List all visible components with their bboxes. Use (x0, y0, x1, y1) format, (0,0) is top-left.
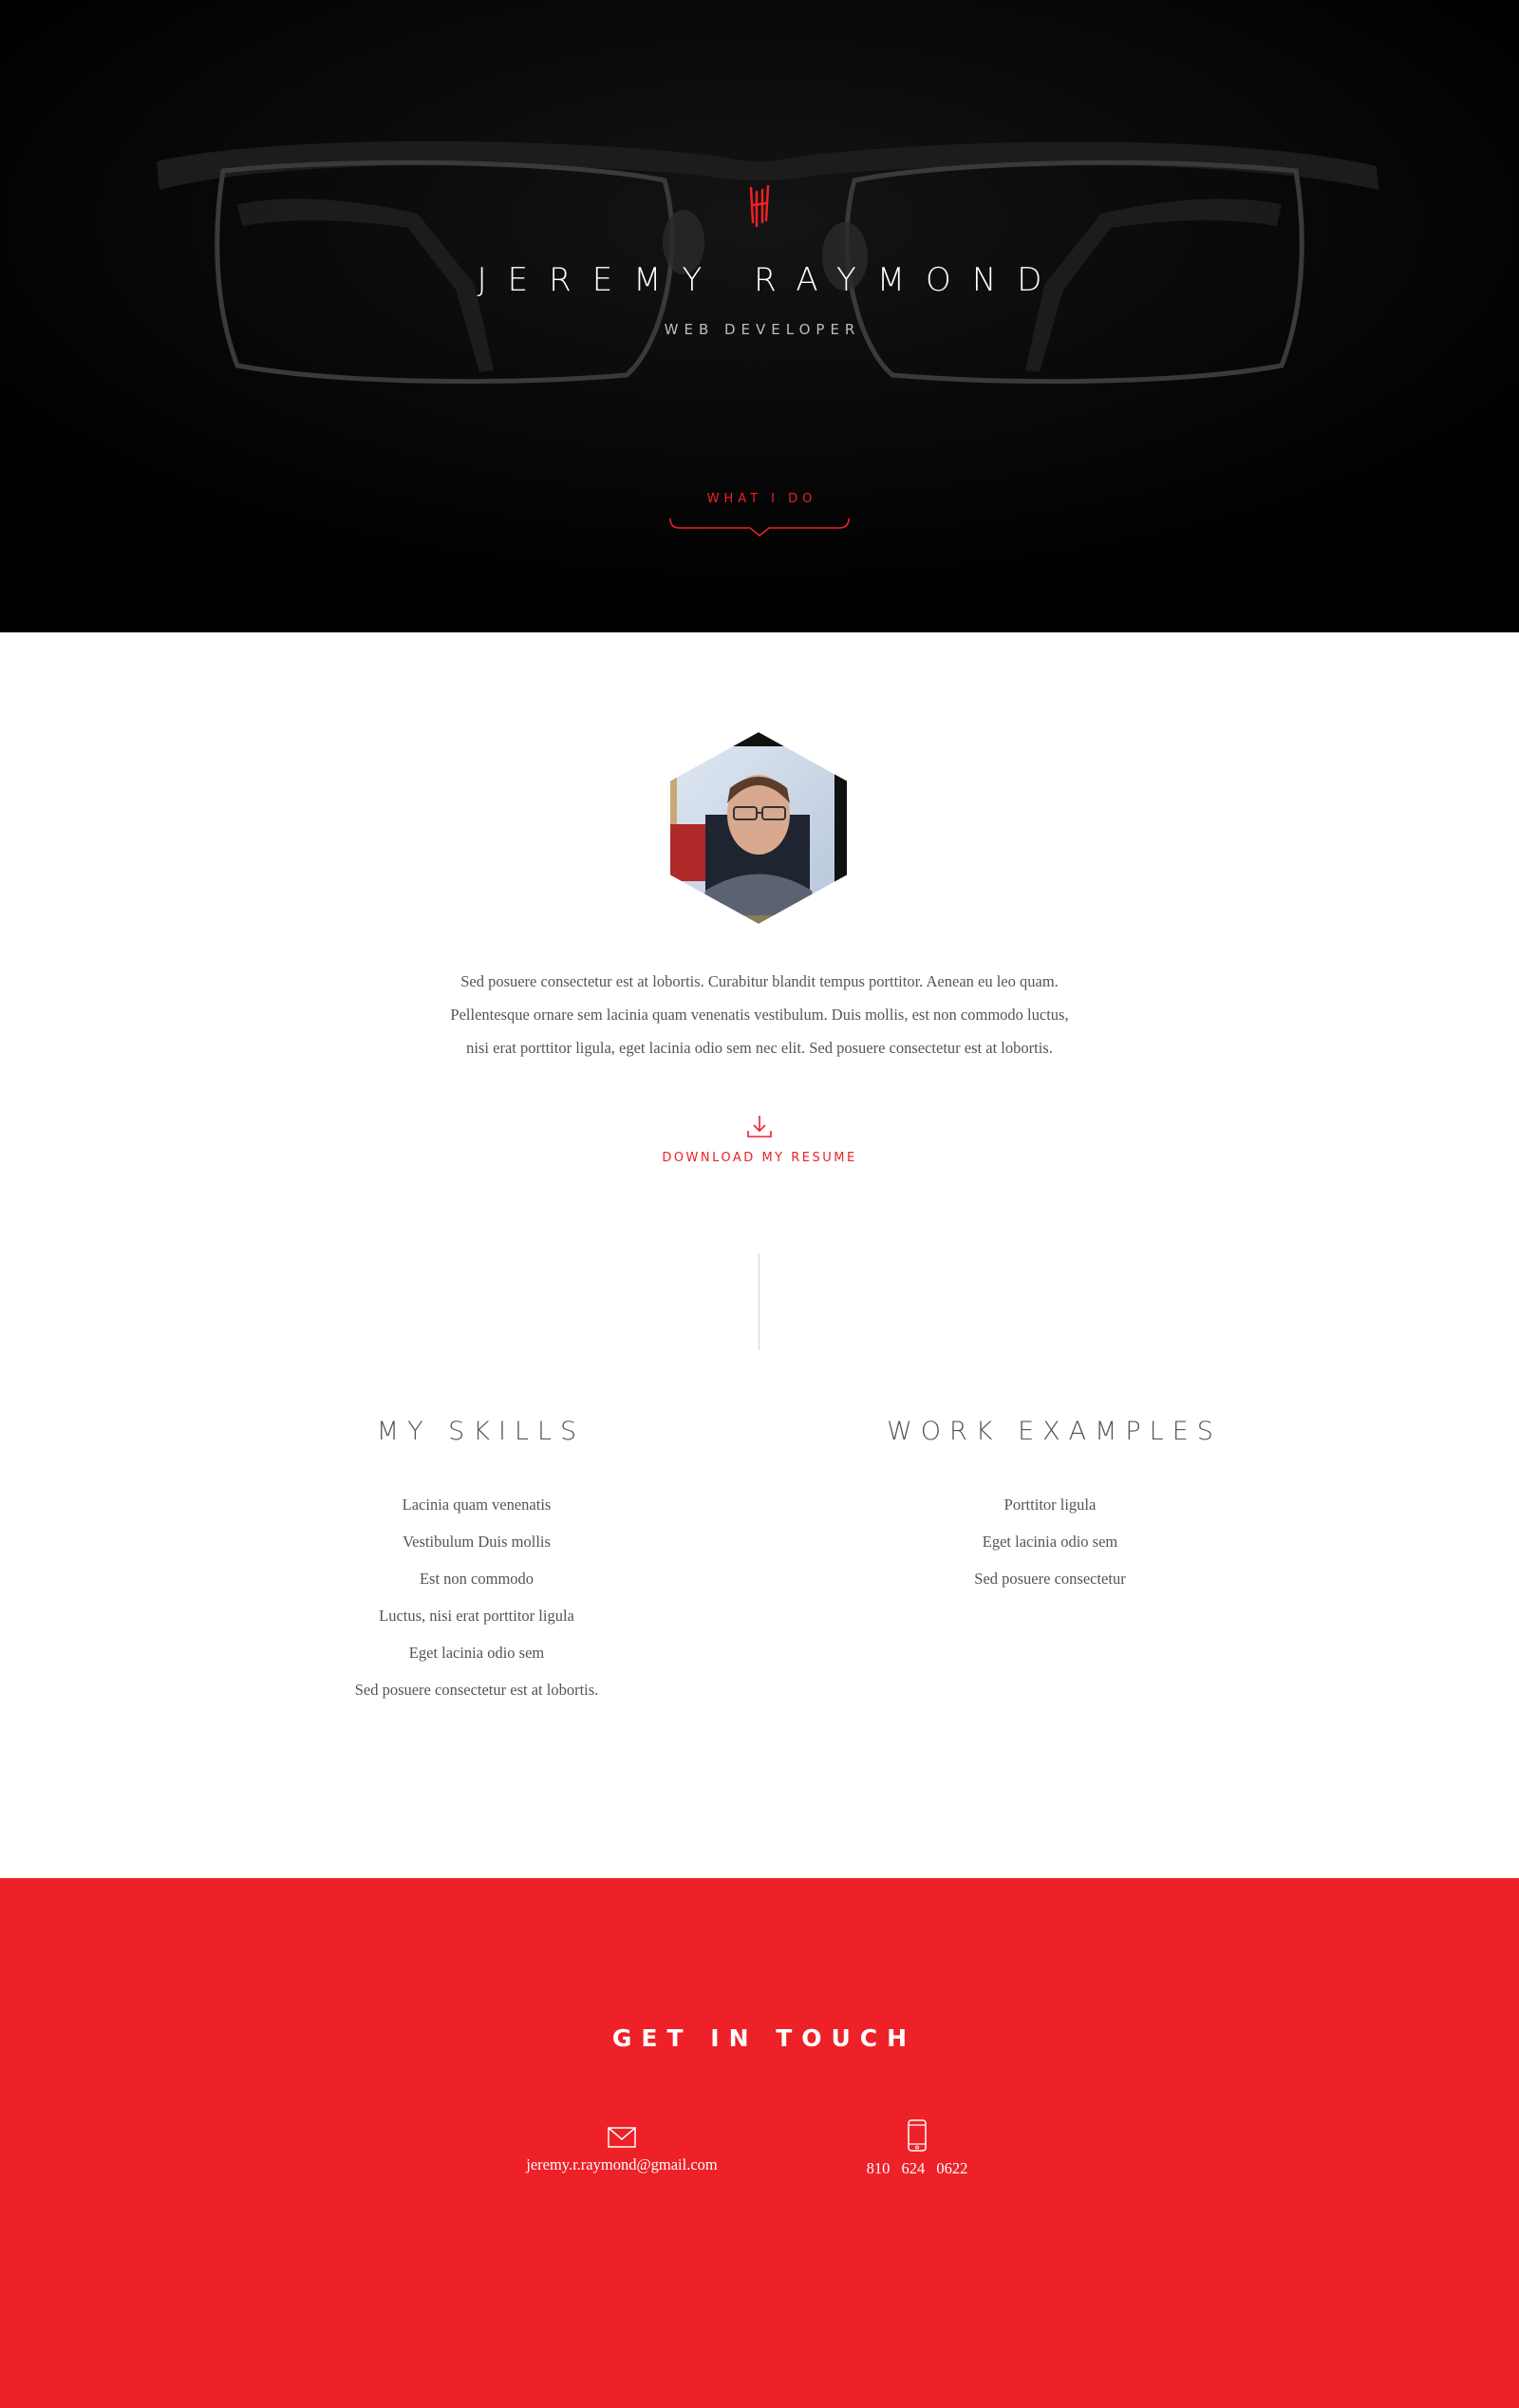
jr-monogram-icon (749, 184, 770, 228)
list-item: Sed posuere consectetur est at lobortis. (354, 1681, 599, 1699)
skills-list: Lacinia quam venenatis Vestibulum Duis m… (239, 1486, 714, 1708)
list-item: Est non commodo (419, 1570, 534, 1588)
skills-column: MY SKILLS Lacinia quam venenatis Vestibu… (239, 1417, 714, 1708)
phone-link[interactable]: 810 624 0622 (822, 2119, 1012, 2178)
avatar (667, 729, 850, 927)
work-examples-heading: WORK EXAMPLES (887, 1417, 1222, 1446)
hero-subtitle: WEB DEVELOPER (664, 321, 861, 338)
about-section: Sed posuere consectetur est at lobortis.… (0, 632, 1519, 1878)
download-resume-button[interactable]: DOWNLOAD MY RESUME (617, 1113, 902, 1165)
list-item: Luctus, nisi erat porttitor ligula (379, 1607, 574, 1625)
hero-name: JEREMY RAYMOND (477, 261, 1063, 299)
download-icon (747, 1116, 772, 1138)
smartphone-icon (908, 2119, 927, 2152)
work-examples-column: WORK EXAMPLES Porttitor ligula Eget laci… (813, 1417, 1287, 1597)
list-item: Eget lacinia odio sem (408, 1644, 545, 1662)
contact-heading: GET IN TOUCH (611, 2024, 917, 2052)
section-divider (759, 1253, 760, 1350)
list-item: Vestibulum Duis mollis (403, 1533, 551, 1551)
what-i-do-button[interactable]: WHAT I DO (668, 484, 851, 541)
email-link[interactable]: jeremy.r.raymond@gmail.com (479, 2127, 764, 2174)
chevron-down-icon (669, 517, 850, 537)
hero-section: JEREMY RAYMOND WEB DEVELOPER WHAT I DO (0, 0, 1519, 632)
contact-section: GET IN TOUCH jeremy.r.raymond@gmail.com … (0, 1878, 1519, 2408)
email-address: jeremy.r.raymond@gmail.com (526, 2155, 718, 2173)
bio-line: nisi erat porttitor ligula, eget lacinia… (466, 1039, 1053, 1057)
work-examples-list: Porttitor ligula Eget lacinia odio sem S… (813, 1486, 1287, 1597)
download-resume-label: DOWNLOAD MY RESUME (662, 1151, 857, 1165)
bio-line: Pellentesque ornare sem lacinia quam ven… (450, 1006, 1069, 1024)
list-item: Lacinia quam venenatis (402, 1496, 552, 1514)
bio-line: Sed posuere consectetur est at lobortis.… (460, 972, 1059, 990)
list-item[interactable]: Eget lacinia odio sem (813, 1523, 1287, 1560)
envelope-icon (608, 2127, 636, 2148)
profile-photo-hexagon (668, 729, 849, 927)
bio-text: Sed posuere consectetur est at lobortis.… (380, 965, 1139, 1064)
what-i-do-label: WHAT I DO (706, 492, 817, 506)
list-item[interactable]: Porttitor ligula (813, 1486, 1287, 1523)
phone-number: 810 624 0622 (866, 2159, 968, 2177)
list-item[interactable]: Sed posuere consectetur (813, 1560, 1287, 1597)
skills-heading: MY SKILLS (376, 1417, 586, 1446)
